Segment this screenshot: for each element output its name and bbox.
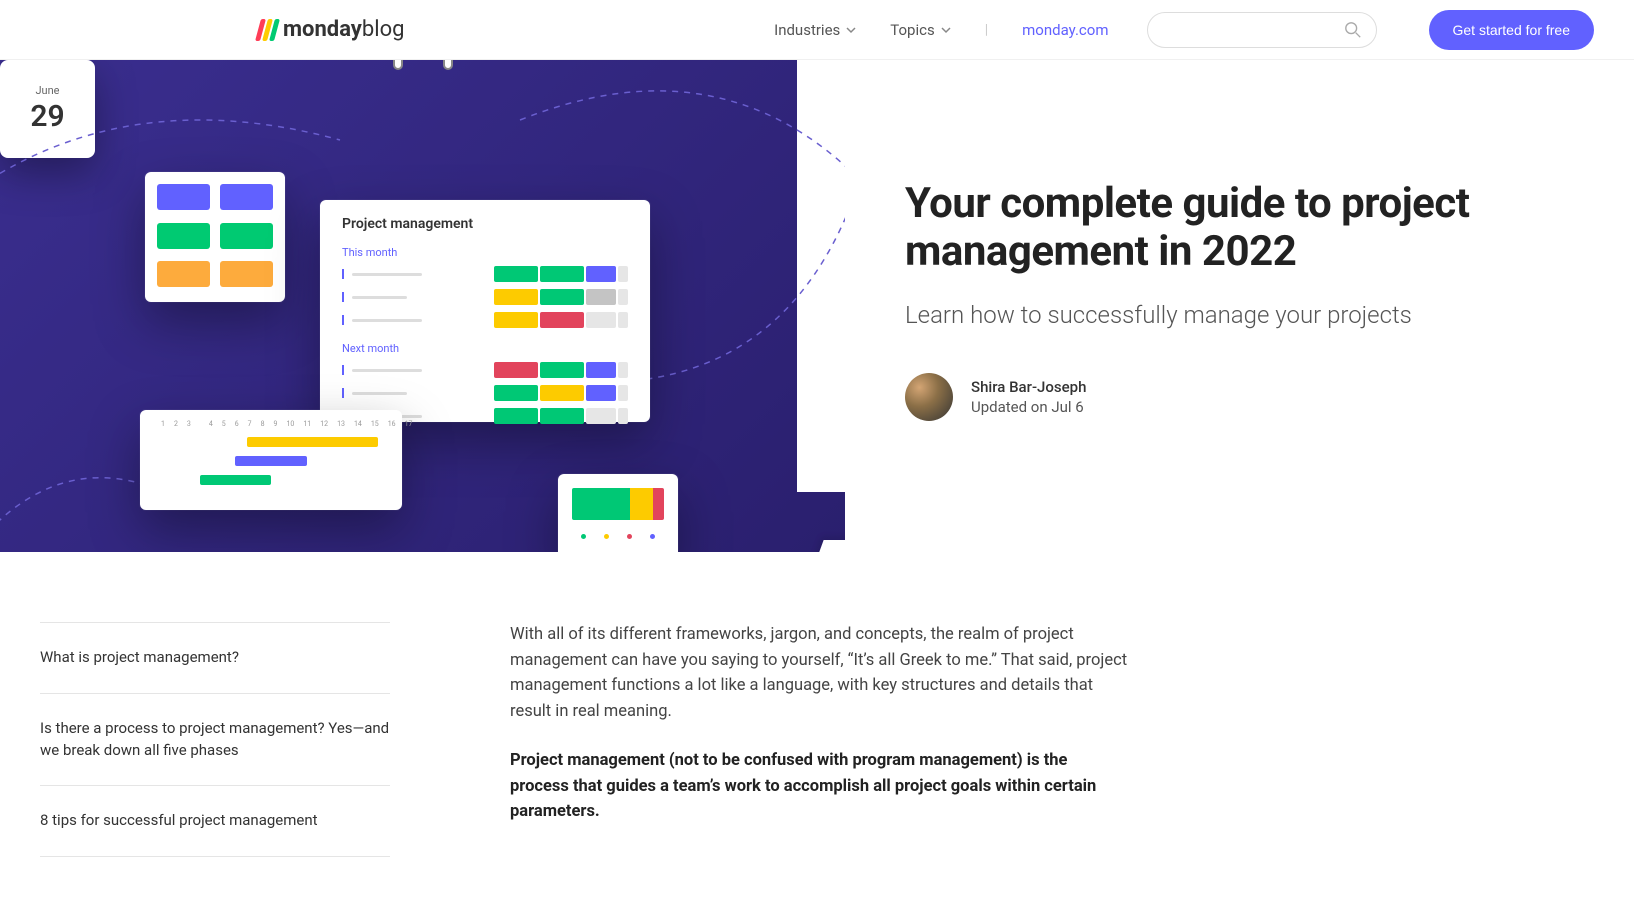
search-icon [1344, 21, 1362, 39]
page-subtitle: Learn how to successfully manage your pr… [905, 299, 1574, 331]
nav-topics[interactable]: Topics [890, 21, 950, 39]
illus-card-gantt: 123 4567891011121314151617 [140, 410, 402, 510]
nav-industries-label: Industries [774, 21, 840, 39]
illus-group-1: This month [342, 246, 628, 259]
author-name: Shira Bar-Joseph [971, 378, 1086, 396]
illus-card-chart [558, 474, 678, 552]
search-input[interactable] [1162, 22, 1344, 38]
article-paragraph-bold: Project management (not to be confused w… [510, 748, 1130, 825]
chevron-down-icon [846, 25, 856, 35]
brand-link[interactable]: monday.com [1022, 21, 1108, 39]
nav-topics-label: Topics [890, 21, 934, 39]
article-body: What is project management? Is there a p… [0, 552, 1260, 897]
toc-item[interactable]: 8 tips for successful project management [40, 785, 390, 857]
site-header: mondayblog Industries Topics | monday.co… [0, 0, 1634, 60]
illus-group-2: Next month [342, 342, 628, 355]
search-box[interactable] [1147, 12, 1377, 48]
nav-divider: | [985, 22, 988, 38]
toc-item[interactable]: Is there a process to project management… [40, 693, 390, 786]
illus-card-small [145, 172, 285, 302]
hero-text: Your complete guide to project managemen… [845, 60, 1634, 552]
updated-date: Updated on Jul 6 [971, 398, 1086, 416]
logo-text-blog: blog [362, 17, 405, 42]
table-of-contents: What is project management? Is there a p… [40, 622, 390, 857]
page-title: Your complete guide to project managemen… [905, 180, 1574, 277]
site-logo[interactable]: mondayblog [258, 17, 405, 42]
hero-section: Project management This month Next month… [0, 60, 1634, 552]
logo-text-brand: monday [283, 17, 362, 42]
chevron-down-icon [941, 25, 951, 35]
author-block: Shira Bar-Joseph Updated on Jul 6 [905, 373, 1574, 421]
illus-main-title: Project management [342, 216, 628, 232]
article-content: With all of its different frameworks, ja… [510, 622, 1130, 857]
toc-item[interactable]: What is project management? [40, 622, 390, 693]
main-nav: Industries Topics | monday.com Get start… [774, 10, 1594, 50]
hero-illustration: Project management This month Next month… [0, 60, 845, 552]
logo-stripes-icon [258, 19, 277, 41]
article-paragraph: With all of its different frameworks, ja… [510, 622, 1130, 724]
nav-industries[interactable]: Industries [774, 21, 856, 39]
illus-card-main: Project management This month Next month [320, 200, 650, 422]
avatar [905, 373, 953, 421]
get-started-button[interactable]: Get started for free [1429, 10, 1595, 50]
